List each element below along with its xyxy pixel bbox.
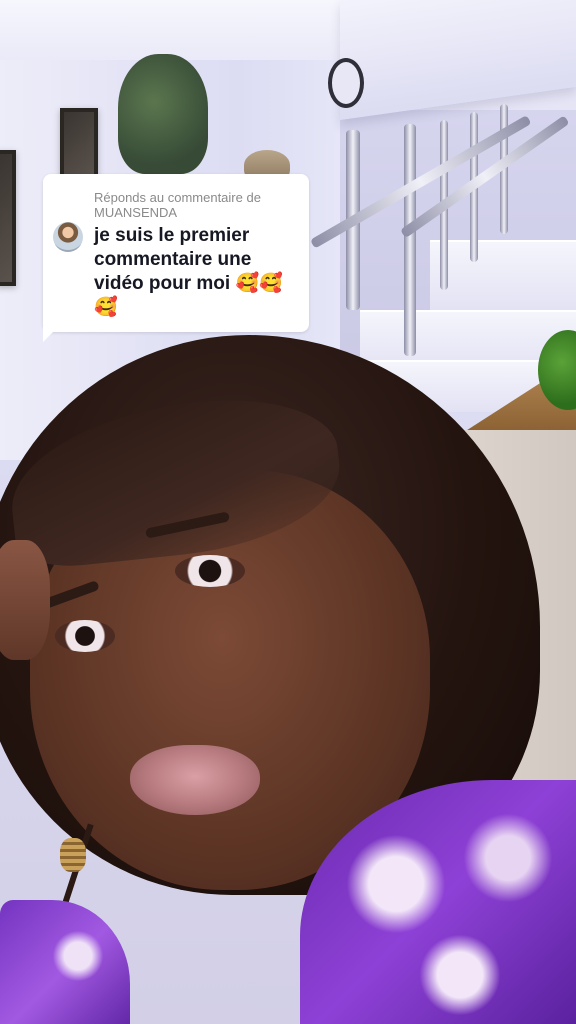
- wall-picture-frame: [60, 108, 98, 180]
- stair-railing: [404, 124, 416, 356]
- person-eye: [175, 555, 245, 587]
- tie-dye-top-sleeve: [0, 900, 130, 1024]
- comment-reply-sticker[interactable]: Réponds au commentaire de MUANSENDA je s…: [43, 174, 309, 332]
- person-eye: [55, 620, 115, 652]
- commenter-username: MUANSENDA: [94, 205, 178, 220]
- stair-landing: [340, 0, 576, 120]
- necklace-bead: [60, 838, 86, 872]
- person-hand: [0, 540, 50, 660]
- comment-text: je suis le premier commentaire une vidéo…: [94, 225, 283, 318]
- wall-picture-frame: [0, 150, 16, 286]
- person-lips: [130, 745, 260, 815]
- reply-sticker-tail: [43, 326, 59, 342]
- reply-header: Réponds au commentaire de MUANSENDA: [94, 190, 299, 220]
- reply-header-label: Réponds au commentaire de: [94, 190, 261, 205]
- wall-clock: [328, 58, 364, 108]
- video-frame[interactable]: Réponds au commentaire de MUANSENDA je s…: [0, 0, 576, 1024]
- user-avatar-icon[interactable]: [53, 222, 83, 252]
- hanging-plant: [118, 54, 208, 174]
